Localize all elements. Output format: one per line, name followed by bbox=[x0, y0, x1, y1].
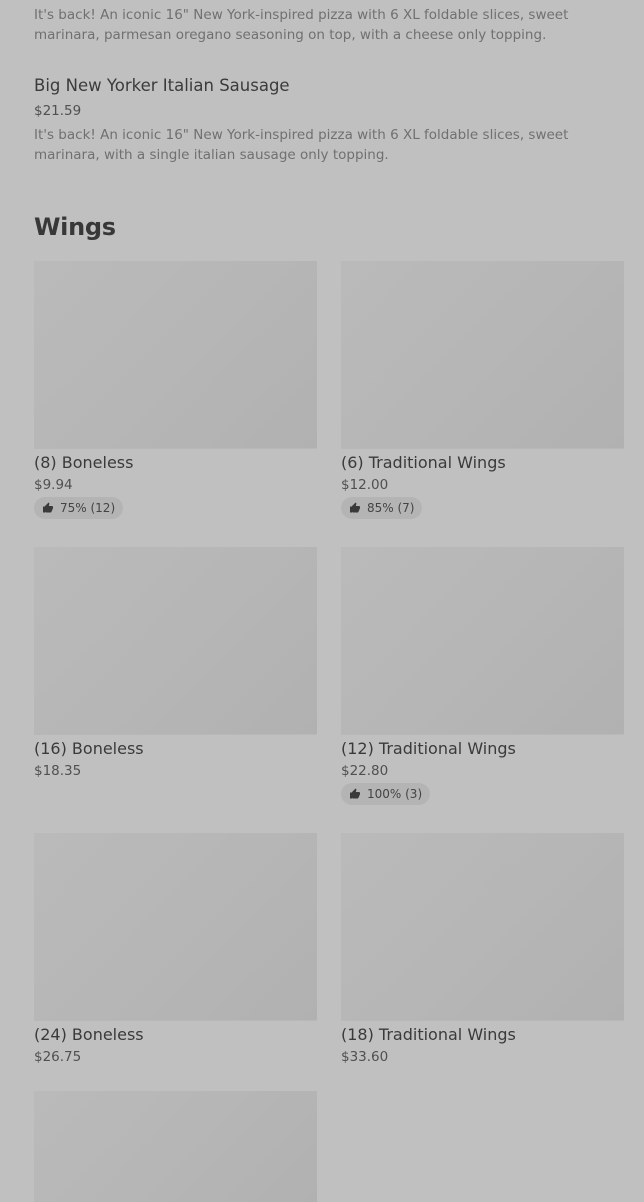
rating-badge: 85% (7) bbox=[341, 497, 423, 519]
rating-badge: 100% (3) bbox=[341, 783, 431, 805]
thumbs-up-icon bbox=[350, 788, 360, 799]
item-image bbox=[341, 547, 624, 735]
item-image bbox=[341, 833, 624, 1021]
menu-item-sausage[interactable]: Big New Yorker Italian Sausage $21.59 It… bbox=[34, 76, 614, 165]
card-price: $9.94 bbox=[34, 477, 73, 493]
menu-card[interactable]: (6) Traditional Wings $12.00 85% (7) bbox=[341, 261, 624, 519]
card-title: (12) Traditional Wings bbox=[341, 739, 516, 758]
card-price: $22.80 bbox=[341, 763, 389, 779]
thumbs-up-icon bbox=[350, 502, 360, 513]
item-image bbox=[34, 261, 317, 449]
card-price: $26.75 bbox=[34, 1049, 82, 1065]
rating-text: 75% (12) bbox=[60, 501, 116, 515]
menu-card[interactable]: (18) Traditional Wings $33.60 bbox=[341, 833, 624, 1066]
card-title: (16) Boneless bbox=[34, 739, 144, 758]
menu-card[interactable]: (16) Boneless $18.35 bbox=[34, 547, 317, 780]
card-title: (18) Traditional Wings bbox=[341, 1025, 516, 1044]
card-title: (6) Traditional Wings bbox=[341, 453, 506, 472]
item-title: Big New Yorker Italian Sausage bbox=[34, 76, 290, 95]
rating-badge: 75% (12) bbox=[34, 497, 124, 519]
rating-text: 100% (3) bbox=[367, 787, 423, 801]
card-price: $18.35 bbox=[34, 763, 82, 779]
item-description: It's back! An iconic 16" New York-inspir… bbox=[34, 7, 569, 43]
thumbs-up-icon bbox=[43, 502, 53, 513]
item-description: It's back! An iconic 16" New York-inspir… bbox=[34, 127, 569, 163]
item-image bbox=[34, 547, 317, 735]
item-image bbox=[34, 833, 317, 1021]
card-price: $33.60 bbox=[341, 1049, 389, 1065]
menu-card[interactable]: (8) Boneless $9.94 75% (12) bbox=[34, 261, 317, 519]
item-price: $21.59 bbox=[34, 103, 82, 119]
menu-card[interactable]: (24) Boneless $26.75 bbox=[34, 833, 317, 1066]
item-image bbox=[341, 261, 624, 449]
card-price: $12.00 bbox=[341, 477, 389, 493]
rating-text: 85% (7) bbox=[367, 501, 415, 515]
menu-card[interactable]: (12) Traditional Wings $22.80 100% (3) bbox=[341, 547, 624, 805]
card-title: (8) Boneless bbox=[34, 453, 134, 472]
menu-card[interactable] bbox=[34, 1091, 317, 1202]
section-title-wings: Wings bbox=[34, 213, 116, 241]
item-image bbox=[34, 1091, 317, 1202]
card-title: (24) Boneless bbox=[34, 1025, 144, 1044]
